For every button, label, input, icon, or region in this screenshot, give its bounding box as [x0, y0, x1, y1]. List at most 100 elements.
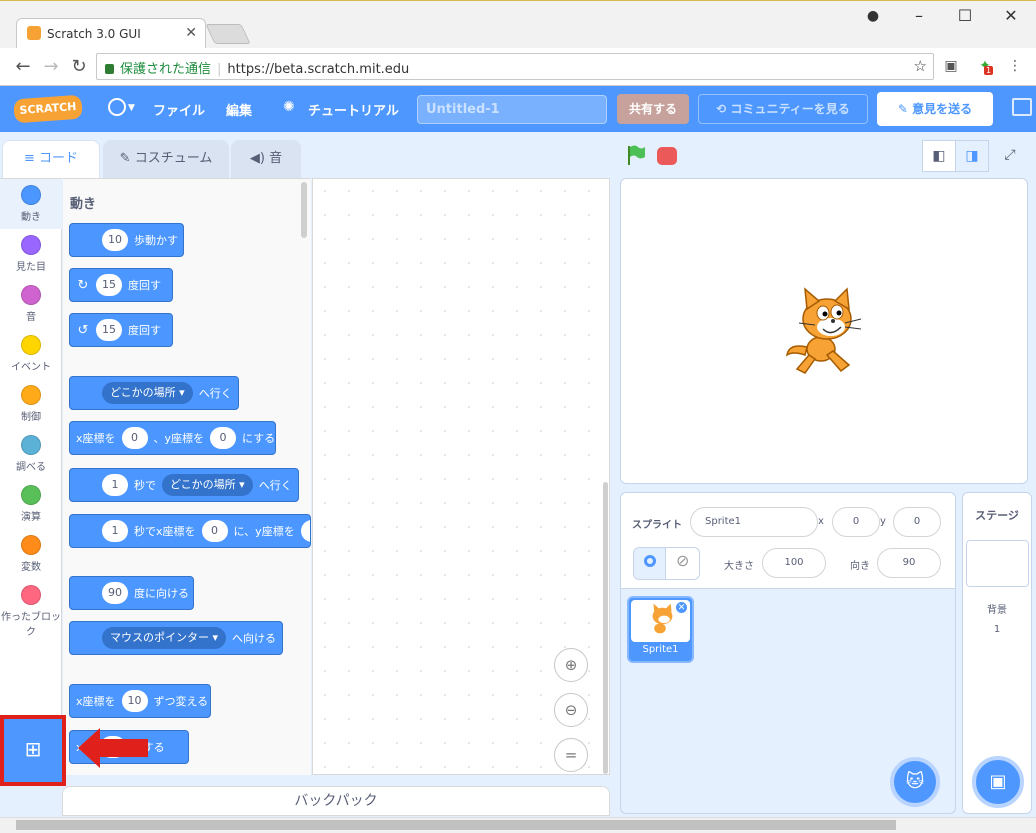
reload-icon[interactable]: ↻: [68, 56, 90, 78]
block-point-towards[interactable]: マウスのポインター ▾ へ向ける: [69, 621, 283, 655]
block-move-steps[interactable]: 10 歩動かす: [69, 223, 184, 257]
normal-stage-icon[interactable]: ◨: [955, 140, 989, 172]
scrollbar-thumb[interactable]: [16, 820, 896, 830]
category-item[interactable]: 調べる: [0, 429, 62, 479]
extension-icon[interactable]: ▣: [942, 58, 960, 76]
category-item[interactable]: イベント: [0, 329, 62, 379]
stop-sign-icon[interactable]: [657, 147, 677, 165]
delete-sprite-icon[interactable]: ✕: [675, 601, 688, 614]
browser-menu-icon[interactable]: ⋮: [1006, 58, 1024, 76]
green-flag-icon[interactable]: [625, 144, 647, 166]
my-stuff-folder-icon[interactable]: [1012, 98, 1032, 116]
minimize-button[interactable]: –: [904, 4, 934, 28]
block-change-x[interactable]: x座標を 10 ずつ変える: [69, 684, 211, 718]
separator: |: [217, 62, 222, 77]
block-go-to[interactable]: どこかの場所 ▾ へ行く: [69, 376, 239, 410]
y-position-input[interactable]: 0: [893, 507, 941, 537]
tutorial-lightbulb-icon[interactable]: ✺: [283, 99, 295, 115]
maximize-button[interactable]: ☐: [950, 4, 980, 28]
block-turn-right[interactable]: ↻ 15 度回す: [69, 268, 173, 302]
y-input[interactable]: 0: [210, 427, 237, 449]
degrees-input[interactable]: 15: [96, 319, 122, 341]
goto-target-dropdown[interactable]: どこかの場所 ▾: [102, 382, 193, 404]
category-item[interactable]: 変数: [0, 529, 62, 579]
show-sprite-icon[interactable]: [633, 547, 666, 580]
lock-icon: [105, 64, 114, 74]
hide-sprite-icon[interactable]: ⊘: [665, 547, 700, 580]
category-item[interactable]: 作ったブロック: [0, 579, 62, 638]
category-item[interactable]: 演算: [0, 479, 62, 529]
project-title-input[interactable]: Untitled-1: [417, 95, 607, 124]
direction-input[interactable]: 90: [102, 582, 128, 604]
tab-costumes[interactable]: ✎ コスチューム: [103, 140, 229, 178]
tab-sounds[interactable]: ◀) 音: [231, 140, 301, 178]
sprite-tile-name: Sprite1: [642, 644, 679, 655]
tab-code[interactable]: ≡ コード: [2, 140, 100, 178]
degrees-input[interactable]: 15: [96, 274, 122, 296]
zoom-reset-icon[interactable]: =: [554, 738, 588, 772]
close-window-button[interactable]: ✕: [996, 4, 1026, 28]
community-icon: ⟲: [716, 102, 731, 116]
small-stage-icon[interactable]: ◧: [922, 140, 956, 172]
size-input[interactable]: 100: [762, 548, 826, 578]
add-backdrop-button[interactable]: ▣: [972, 756, 1024, 808]
block-turn-left[interactable]: ↺ 15 度回す: [69, 313, 173, 347]
block-glide-xy[interactable]: 1 秒でx座標を 0 に、y座標を 0: [69, 514, 311, 548]
menu-edit[interactable]: 編集: [226, 100, 252, 119]
extension-badge-icon[interactable]: ✦1: [976, 58, 994, 76]
bookmark-star-icon[interactable]: ☆: [914, 57, 927, 75]
feedback-button[interactable]: ✎ 意見を送る: [877, 92, 993, 126]
scratch-logo[interactable]: SCRATCH: [13, 94, 83, 124]
direction-input[interactable]: 90: [877, 548, 941, 578]
x-position-input[interactable]: 0: [832, 507, 880, 537]
block-glide-to[interactable]: 1 秒で どこかの場所 ▾ へ行く: [69, 468, 299, 502]
zoom-out-icon[interactable]: ⊖: [554, 693, 588, 727]
community-label: コミュニティーを見る: [730, 102, 850, 116]
workspace-scrollbar[interactable]: [603, 482, 608, 774]
menu-tutorial[interactable]: チュートリアル: [308, 100, 399, 119]
seconds-input[interactable]: 1: [102, 520, 128, 542]
menu-file[interactable]: ファイル: [153, 100, 205, 119]
seconds-input[interactable]: 1: [102, 474, 128, 496]
category-label: 調べる: [16, 462, 46, 473]
block-text: 度回す: [128, 324, 161, 337]
forward-arrow-icon[interactable]: →: [40, 56, 62, 78]
y-input[interactable]: 0: [300, 520, 310, 542]
category-item[interactable]: 音: [0, 279, 62, 329]
back-arrow-icon[interactable]: ←: [12, 56, 34, 78]
x-input[interactable]: 0: [121, 427, 148, 449]
block-text: x座標を: [76, 432, 116, 445]
category-item[interactable]: 見た目: [0, 229, 62, 279]
backpack-panel[interactable]: バックパック: [62, 786, 610, 816]
category-label: イベント: [11, 362, 51, 373]
tab-sounds-label: 音: [269, 151, 283, 166]
change-x-input[interactable]: 10: [121, 690, 148, 712]
block-point-direction[interactable]: 90 度に向ける: [69, 576, 194, 610]
glide-target-dropdown[interactable]: どこかの場所 ▾: [162, 474, 253, 496]
palette-scrollbar[interactable]: [301, 182, 307, 238]
share-button[interactable]: 共有する: [617, 94, 689, 124]
add-sprite-button[interactable]: 🐱︎: [890, 757, 940, 807]
category-item[interactable]: 制御: [0, 379, 62, 429]
x-input[interactable]: 0: [201, 520, 228, 542]
browser-tab[interactable]: Scratch 3.0 GUI ✕: [16, 18, 206, 48]
scratch-cat-sprite[interactable]: [775, 285, 867, 377]
see-community-button[interactable]: ⟲ コミュニティーを見る: [698, 94, 868, 124]
script-workspace[interactable]: [312, 178, 610, 775]
backdrops-label: 背景: [987, 605, 1007, 616]
steps-input[interactable]: 10: [102, 229, 128, 251]
zoom-in-icon[interactable]: ⊕: [554, 648, 588, 682]
close-tab-icon[interactable]: ✕: [185, 25, 197, 41]
sprite-name-input[interactable]: Sprite1: [690, 507, 818, 537]
secure-label: 保護された通信: [120, 62, 212, 77]
language-globe-icon[interactable]: [108, 98, 126, 116]
block-go-to-xy[interactable]: x座標を 0 、y座標を 0 にする: [69, 421, 276, 455]
address-bar[interactable]: 保護された通信 | https://beta.scratch.mit.edu ☆: [96, 53, 934, 80]
category-item[interactable]: 動き: [0, 179, 62, 229]
towards-target-dropdown[interactable]: マウスのポインター ▾: [102, 627, 227, 649]
language-chevron-icon[interactable]: ▼: [128, 103, 135, 113]
dropdown-value: マウスのポインター: [110, 631, 209, 644]
extension-badge-count: 1: [984, 66, 994, 75]
profile-icon[interactable]: ●: [858, 4, 888, 28]
fullscreen-icon[interactable]: ⤢: [993, 140, 1027, 172]
